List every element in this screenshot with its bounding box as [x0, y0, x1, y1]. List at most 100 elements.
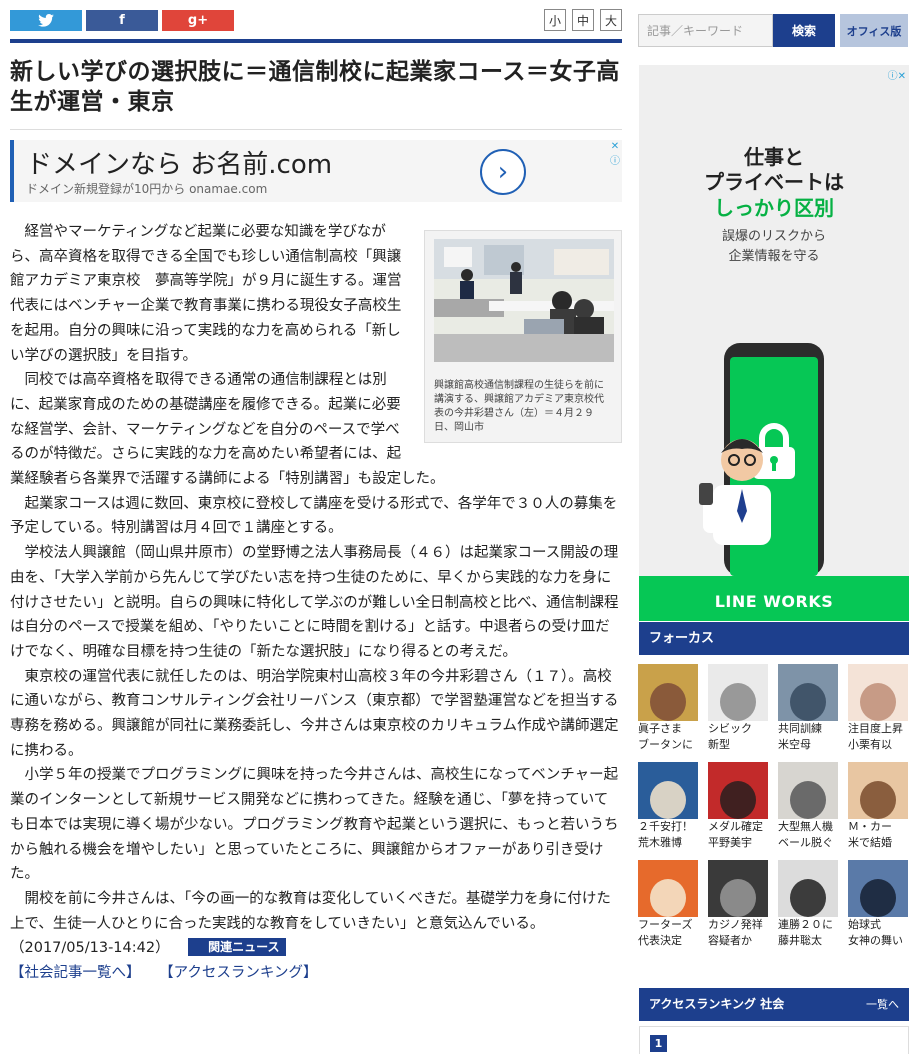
focus-item-caption: Ｍ・カー: [848, 820, 892, 833]
focus-item-caption: メダル確定: [708, 820, 763, 833]
office-edition-button[interactable]: オフィス版: [840, 14, 908, 47]
article-paragraph: 学校法人興譲館（岡山県井原市）の堂野博之法人事務局長（４６）は起業家コース開設の…: [10, 545, 619, 660]
focus-item-caption: カジノ発祥: [708, 918, 763, 931]
focus-thumbnail: [638, 860, 698, 917]
focus-thumbnail: [638, 664, 698, 721]
focus-thumbnail: [848, 664, 908, 721]
focus-item-caption: 容疑者か: [708, 934, 752, 947]
focus-item-caption: 米空母: [778, 738, 811, 751]
font-size-small-button[interactable]: 小: [544, 9, 566, 31]
ad-close-icon[interactable]: ✕: [608, 140, 622, 154]
focus-thumbnail: [708, 860, 768, 917]
font-size-switcher: 小 中 大: [544, 9, 622, 31]
focus-item-caption: 米で結婚: [848, 836, 892, 849]
ad-info-icon[interactable]: ⓘ: [608, 155, 622, 169]
focus-thumbnail: [778, 664, 838, 721]
focus-item-caption: 共同訓練: [778, 722, 822, 735]
focus-item-caption: 注目度上昇: [848, 722, 903, 735]
focus-item-caption: 平野美宇: [708, 836, 752, 849]
font-size-medium-button[interactable]: 中: [572, 9, 594, 31]
chevron-right-icon[interactable]: ›: [480, 149, 526, 195]
focus-item-caption: 大型無人機: [778, 820, 833, 833]
focus-item[interactable]: 共同訓練 米空母: [778, 664, 840, 753]
focus-thumbnail: [708, 762, 768, 819]
focus-item-caption: ベール脱ぐ: [778, 836, 833, 849]
focus-item-caption: シビック: [708, 722, 752, 735]
society-list-link[interactable]: 【社会記事一覧へ】: [10, 965, 141, 981]
article-paragraph-last: 開校を前に今井さんは、「今の画一的な教育は変化していくべきだ。基礎学力を身に付け…: [10, 890, 611, 957]
focus-item[interactable]: シビック 新型: [708, 664, 770, 753]
title-divider: [10, 39, 622, 43]
focus-thumbnail: [778, 860, 838, 917]
article-photo: 興譲館高校通信制課程の生徒らを前に講演する、興譲館アカデミア東京校代表の今井彩碧…: [424, 230, 622, 443]
focus-grid: 眞子さま ブータンに シビック 新型 共同訓練 米空母 注目度上昇 小栗有以 ２千安打！ 荒木雅博…: [638, 664, 910, 949]
gplus-share-button[interactable]: g+: [162, 9, 234, 31]
focus-item[interactable]: 大型無人機ベール脱ぐ: [778, 762, 840, 851]
focus-item-caption: 新型: [708, 738, 730, 751]
focus-item-caption: フーターズ: [638, 918, 693, 931]
facebook-icon: f: [119, 12, 125, 28]
article-column: f g+ 小 中 大 新しい学びの選択肢に＝通信制校に起業家コース＝女子高生が運…: [10, 8, 622, 985]
google-plus-icon: g+: [187, 12, 209, 28]
focus-item-caption: ブータンに: [638, 738, 693, 751]
font-size-large-button[interactable]: 大: [600, 9, 622, 31]
facebook-share-button[interactable]: f: [86, 9, 158, 31]
rank-number-badge: 1: [650, 1035, 667, 1052]
focus-item-caption: 連勝２０に: [778, 918, 833, 931]
share-bar: f g+ 小 中 大: [10, 8, 622, 32]
focus-thumbnail: [848, 860, 908, 917]
focus-heading: フォーカス: [639, 622, 909, 655]
focus-item[interactable]: フーターズ 代表決定: [638, 860, 700, 949]
focus-item[interactable]: カジノ発祥 容疑者か: [708, 860, 770, 949]
focus-thumbnail: [848, 762, 908, 819]
focus-thumbnail: [708, 664, 768, 721]
title-bottom-divider: [10, 129, 622, 130]
twitter-bird-icon: [38, 13, 54, 27]
ad-headline: ドメインなら お名前.com: [26, 150, 333, 180]
focus-thumbnail: [778, 762, 838, 819]
focus-item[interactable]: Ｍ・カー米で結婚: [848, 762, 910, 851]
ad-headline: 仕事と プライベートは: [704, 145, 844, 194]
lecture-photo: [434, 239, 614, 362]
focus-item[interactable]: 連勝２０に藤井聡太: [778, 860, 840, 949]
focus-item-caption: 藤井聡太: [778, 934, 822, 947]
ranking-list: 1: [639, 1026, 909, 1054]
phone-lock-illustration: [699, 343, 824, 576]
ranking-heading: アクセスランキング 社会 一覧へ: [639, 988, 909, 1021]
focus-item[interactable]: 始球式 女神の舞い: [848, 860, 910, 949]
focus-item-caption: 女神の舞い: [848, 934, 903, 947]
ad-subtext: 誤爆のリスクから 企業情報を守る: [721, 229, 826, 264]
focus-item[interactable]: ２千安打！ 荒木雅博: [638, 762, 700, 851]
access-ranking-link[interactable]: 【アクセスランキング】: [159, 965, 317, 981]
article-paragraph: 東京校の運営代表に就任したのは、明治学院東村山高校３年の今井彩碧さん（１７）。高…: [10, 668, 619, 759]
article-dateline: （2017/05/13-14:42）: [10, 940, 170, 957]
search-bar: 記事／キーワード 検索 オフィス版: [638, 14, 910, 47]
domain-ad-banner[interactable]: ドメインなら お名前.com ドメイン新規登録が10円から onamae.com…: [10, 140, 622, 202]
sidebar: 記事／キーワード 検索 オフィス版 ⓘ✕ 仕事と プライベートは しっかり区別 …: [638, 14, 910, 1054]
ad-brand-label: LINE WORKS: [714, 592, 834, 611]
focus-item-caption: 眞子さま: [638, 722, 682, 735]
focus-thumbnail: [638, 762, 698, 819]
focus-item-caption: 代表決定: [638, 934, 682, 947]
ad-highlight: しっかり区別: [714, 196, 834, 220]
article-body: 興譲館高校通信制課程の生徒らを前に講演する、興譲館アカデミア東京校代表の今井彩碧…: [10, 220, 622, 961]
article-title: 新しい学びの選択肢に＝通信制校に起業家コース＝女子高生が運営・東京: [10, 59, 620, 115]
focus-item[interactable]: 注目度上昇 小栗有以: [848, 664, 910, 753]
line-works-ad[interactable]: ⓘ✕ 仕事と プライベートは しっかり区別 誤爆のリスクから 企業情報を守る L…: [639, 65, 909, 621]
article-paragraph: 起業家コースは週に数回、東京校に登校して講座を受ける形式で、各学年で３０人の募集…: [10, 495, 618, 537]
article-footer-links: 【社会記事一覧へ】 【アクセスランキング】: [10, 961, 622, 985]
focus-item[interactable]: 眞子さま ブータンに: [638, 664, 700, 753]
twitter-share-button[interactable]: [10, 9, 82, 31]
focus-item-caption: 荒木雅博: [638, 836, 682, 849]
ranking-more-link[interactable]: 一覧へ: [866, 988, 899, 1021]
photo-caption: 興譲館高校通信制課程の生徒らを前に講演する、興譲館アカデミア東京校代表の今井彩碧…: [434, 379, 604, 433]
focus-item-caption: 始球式: [848, 918, 881, 931]
focus-item[interactable]: メダル確定 平野美宇: [708, 762, 770, 851]
article-paragraph: 小学５年の授業でプログラミングに興味を持った今井さんは、高校生になってベンチャー…: [10, 767, 619, 883]
search-input[interactable]: 記事／キーワード: [638, 14, 773, 47]
ad-subtext: ドメイン新規登録が10円から onamae.com: [26, 182, 268, 196]
search-button[interactable]: 検索: [773, 14, 835, 47]
related-news-label[interactable]: 関連ニュース: [187, 938, 286, 957]
ad-info-icon[interactable]: ⓘ✕: [888, 67, 906, 82]
focus-item-caption: ２千安打！: [638, 820, 693, 833]
